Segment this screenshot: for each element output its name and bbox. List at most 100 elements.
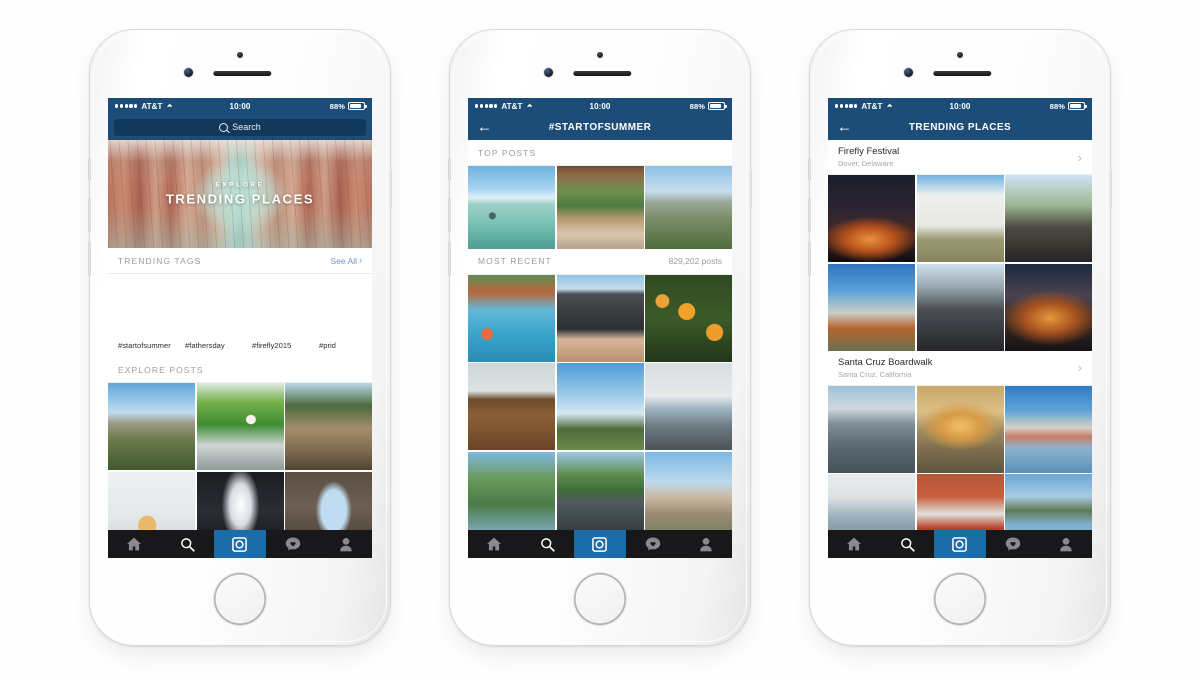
trending-tag-item[interactable]: #fathersday <box>185 280 247 350</box>
post-tile[interactable] <box>828 385 915 473</box>
camera-icon <box>592 536 608 552</box>
phone-device-1: AT&T ⏶ 10:00 88% Search EXPLORE TRENDING… <box>88 30 392 645</box>
activity-icon <box>645 537 660 551</box>
most-recent-label: MOST RECENT <box>478 256 552 267</box>
tab-home[interactable] <box>108 530 161 558</box>
power-button[interactable] <box>749 170 752 208</box>
explore-posts-header: EXPLORE POSTS <box>108 357 372 383</box>
post-tile[interactable] <box>916 385 1004 473</box>
trending-tag-item[interactable]: #prid <box>319 280 372 350</box>
trending-tag-item[interactable]: #startofsummer <box>118 280 180 350</box>
see-all-button[interactable]: See All › <box>331 256 362 266</box>
post-tile[interactable] <box>645 363 732 451</box>
post-tile[interactable] <box>285 383 372 470</box>
home-button[interactable] <box>574 573 626 625</box>
volume-up-button[interactable] <box>808 198 811 232</box>
tab-activity[interactable] <box>626 530 679 558</box>
post-tile[interactable] <box>556 274 644 362</box>
post-tile[interactable] <box>196 383 284 470</box>
tab-search[interactable] <box>881 530 934 558</box>
post-tile[interactable] <box>1005 175 1092 262</box>
hero-title: TRENDING PLACES <box>165 191 315 207</box>
explore-hero-banner[interactable]: EXPLORE TRENDING PLACES <box>108 140 372 248</box>
post-tile[interactable] <box>645 274 732 362</box>
power-button[interactable] <box>389 170 392 208</box>
place-list-item[interactable]: Santa Cruz Boardwalk Santa Cruz, Califor… <box>828 350 1092 386</box>
volume-up-button[interactable] <box>88 198 91 232</box>
tab-search[interactable] <box>161 530 214 558</box>
post-tile[interactable] <box>556 166 644 249</box>
home-icon <box>127 537 142 551</box>
phone-device-3: AT&T ⏶ 10:00 88% ← TRENDING PLACES Firef… <box>808 30 1112 645</box>
profile-icon <box>699 537 712 551</box>
tab-profile[interactable] <box>319 530 372 558</box>
post-tile[interactable] <box>1005 263 1092 351</box>
post-tile[interactable] <box>828 175 915 262</box>
power-button[interactable] <box>1109 170 1112 208</box>
trending-tag-item[interactable]: #firefly2015 <box>252 280 314 350</box>
home-button[interactable] <box>214 573 266 625</box>
post-tile[interactable] <box>556 363 644 451</box>
chevron-right-icon: › <box>359 255 362 265</box>
tab-camera[interactable] <box>213 530 267 558</box>
battery-percent-label: 88% <box>689 101 705 111</box>
tab-activity[interactable] <box>266 530 319 558</box>
tab-profile[interactable] <box>679 530 732 558</box>
tag-label: #startofsummer <box>118 341 171 350</box>
tab-search[interactable] <box>521 530 574 558</box>
post-tile[interactable] <box>1005 385 1092 473</box>
tab-camera[interactable] <box>573 530 627 558</box>
place-list-item[interactable]: Firefly Festival Dover, Delaware › <box>828 140 1092 175</box>
tab-activity[interactable] <box>986 530 1039 558</box>
post-tile[interactable] <box>916 175 1004 262</box>
search-input[interactable]: Search <box>114 118 366 136</box>
search-icon <box>219 122 229 132</box>
screenshot-canvas: AT&T ⏶ 10:00 88% Search EXPLORE TRENDING… <box>0 0 1200 675</box>
top-posts-header: TOP POSTS <box>468 140 732 166</box>
volume-down-button[interactable] <box>448 242 451 276</box>
page-title: TRENDING PLACES <box>908 121 1012 133</box>
post-tile[interactable] <box>556 451 644 539</box>
tag-label: #prid <box>319 341 336 350</box>
tab-home[interactable] <box>468 530 521 558</box>
post-tile[interactable] <box>468 166 555 249</box>
post-tile[interactable] <box>916 263 1004 351</box>
post-tile[interactable] <box>645 166 732 249</box>
activity-icon <box>285 537 300 551</box>
volume-down-button[interactable] <box>88 242 91 276</box>
bottom-tab-bar <box>468 530 732 558</box>
home-button[interactable] <box>934 573 986 625</box>
silent-switch[interactable] <box>448 158 451 180</box>
activity-icon <box>1005 537 1020 551</box>
proximity-sensor-icon <box>237 52 243 58</box>
place-name: Santa Cruz Boardwalk <box>838 356 933 368</box>
post-tile[interactable] <box>108 383 195 470</box>
volume-down-button[interactable] <box>808 242 811 276</box>
nav-header: ← #STARTOFSUMMER <box>468 114 732 140</box>
battery-percent-label: 88% <box>1049 101 1065 111</box>
status-bar: AT&T ⏶ 10:00 88% <box>108 98 372 114</box>
search-header: Search <box>108 114 372 140</box>
post-tile[interactable] <box>468 451 555 539</box>
nav-header: ← TRENDING PLACES <box>828 114 1092 140</box>
place-photo-grid <box>828 175 1092 351</box>
trending-tags-carousel[interactable]: #startofsummer #fathersday #firefly2015 … <box>108 274 372 357</box>
profile-icon <box>339 537 352 551</box>
place-location: Santa Cruz, California <box>838 369 912 379</box>
bottom-tab-bar <box>828 530 1092 558</box>
volume-up-button[interactable] <box>448 198 451 232</box>
post-tile[interactable] <box>828 263 915 351</box>
post-tile[interactable] <box>468 363 555 451</box>
place-location: Dover, Delaware <box>838 159 894 168</box>
earpiece-speaker <box>573 71 632 76</box>
post-tile[interactable] <box>468 274 555 362</box>
chevron-right-icon: › <box>1077 360 1082 375</box>
silent-switch[interactable] <box>808 158 811 180</box>
tab-profile[interactable] <box>1039 530 1092 558</box>
place-name: Firefly Festival <box>838 146 900 157</box>
silent-switch[interactable] <box>88 158 91 180</box>
tab-home[interactable] <box>828 530 881 558</box>
tab-camera[interactable] <box>933 530 987 558</box>
post-tile[interactable] <box>645 451 732 539</box>
front-camera-icon <box>904 68 913 77</box>
